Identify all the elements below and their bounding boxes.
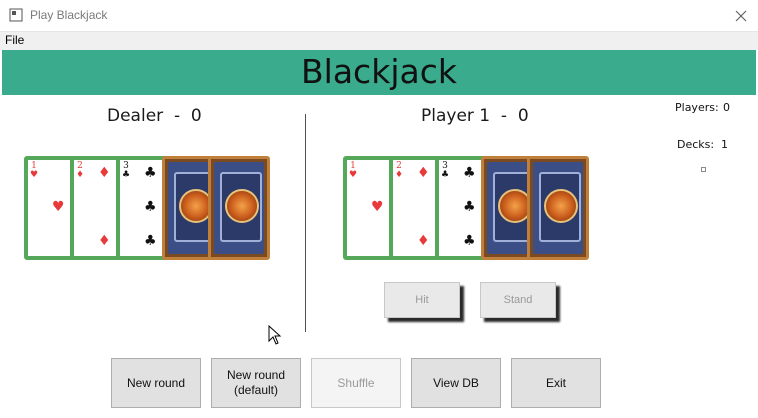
menu-bar: File — [0, 32, 758, 50]
diamond-pip-icon: ♦ — [417, 165, 430, 181]
window-title: Play Blackjack — [30, 8, 108, 22]
decks-count: 1 — [721, 138, 728, 151]
card-back-emblem-icon — [225, 189, 259, 223]
card-back-emblem-icon — [544, 189, 578, 223]
heart-pip-icon: ♥ — [52, 199, 65, 215]
diamond-pip-icon: ♦ — [98, 165, 111, 181]
new-round-button[interactable]: New round — [111, 358, 201, 408]
new-round-default-label: New round (default) — [227, 368, 285, 398]
close-button[interactable] — [730, 6, 752, 26]
title-banner: Blackjack — [2, 50, 756, 95]
view-db-button[interactable]: View DB — [411, 358, 501, 408]
table-divider — [305, 114, 306, 332]
club-pip-icon: ♣ — [463, 233, 476, 249]
card-corner: 2 ♦ — [76, 161, 85, 180]
app-window-icon — [9, 8, 23, 22]
banner-title: Blackjack — [301, 52, 457, 91]
title-bar: Play Blackjack — [0, 0, 758, 32]
card-corner: 2 ♦ — [395, 161, 404, 180]
club-pip-icon: ♣ — [144, 165, 157, 181]
dealer-heading: Dealer - 0 — [107, 106, 202, 126]
club-pip-icon: ♣ — [144, 233, 157, 249]
card-corner: 3 ♣ — [441, 161, 450, 180]
exit-button[interactable]: Exit — [511, 358, 601, 408]
new-round-default-button[interactable]: New round (default) — [211, 358, 301, 408]
close-icon — [735, 10, 747, 22]
card-corner: 1 ♥ — [349, 161, 358, 180]
players-count: 0 — [723, 101, 730, 114]
menu-file[interactable]: File — [5, 33, 24, 47]
card-corner: 3 ♣ — [122, 161, 131, 180]
decks-label: Decks: — [677, 138, 715, 151]
club-pip-icon: ♣ — [463, 165, 476, 181]
stand-button[interactable]: Stand — [480, 282, 556, 318]
diamond-pip-icon: ♦ — [417, 233, 430, 249]
mouse-cursor-icon — [268, 325, 282, 345]
diamond-pip-icon: ♦ — [98, 233, 111, 249]
card-corner: 1 ♥ — [30, 161, 39, 180]
decks-indicator[interactable] — [701, 167, 706, 172]
players-label: Players: — [675, 101, 719, 114]
hit-button[interactable]: Hit — [384, 282, 460, 318]
club-pip-icon: ♣ — [463, 199, 476, 215]
new-round-default-line2: (default) — [233, 383, 279, 397]
card-back — [208, 156, 270, 260]
new-round-default-line1: New round — [226, 368, 286, 382]
heart-pip-icon: ♥ — [371, 199, 384, 215]
shuffle-button[interactable]: Shuffle — [311, 358, 401, 408]
player-heading: Player 1 - 0 — [421, 106, 529, 126]
card-back — [527, 156, 589, 260]
club-pip-icon: ♣ — [144, 199, 157, 215]
